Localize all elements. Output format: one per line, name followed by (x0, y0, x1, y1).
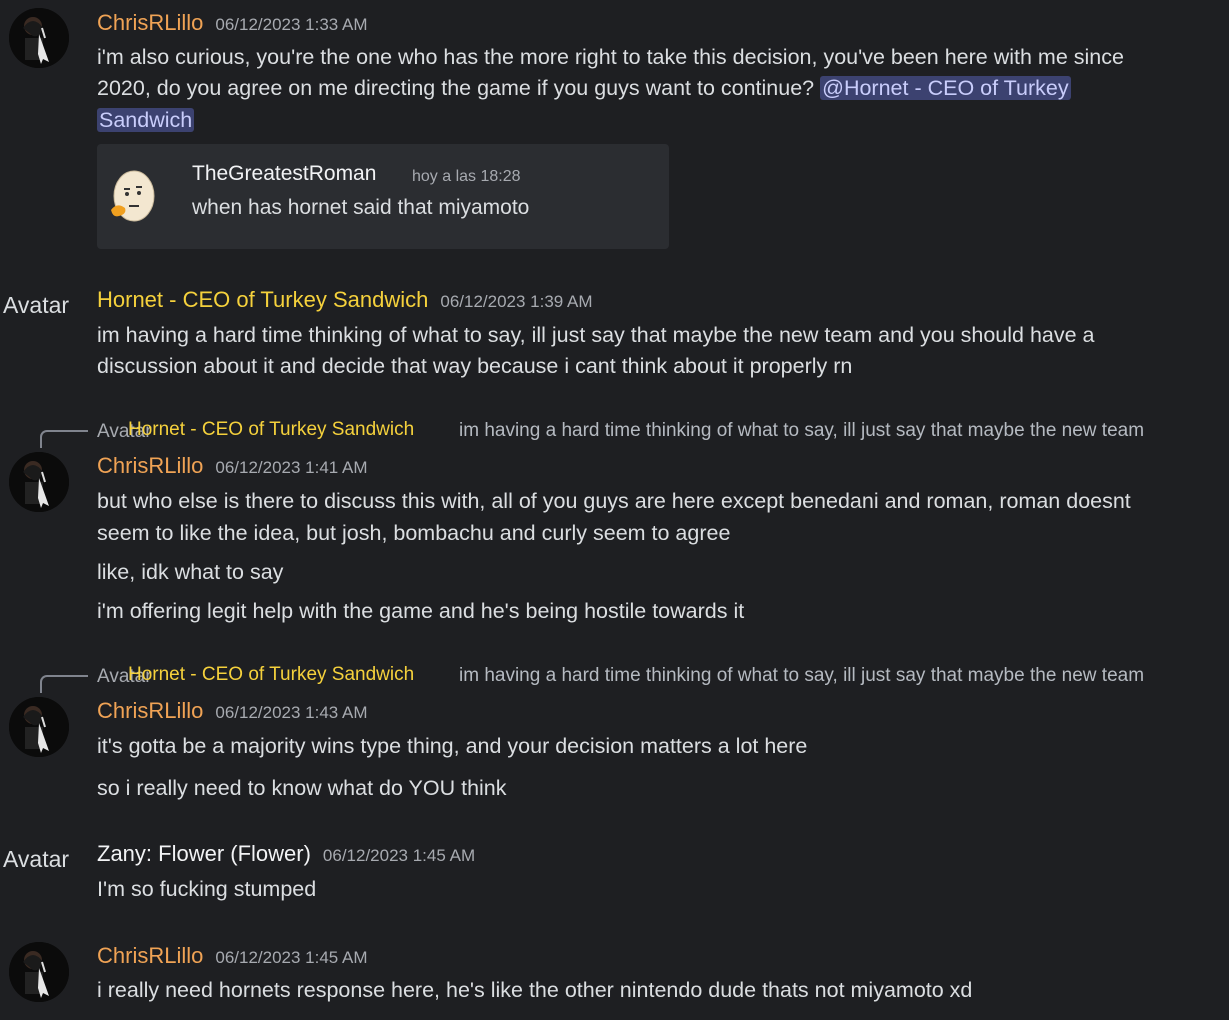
message-text: I'm so fucking stumped (97, 877, 317, 901)
message-text-part: 2020, do you agree on me directing the g… (97, 76, 815, 100)
message-text: it's gotta be a majority wins type thing… (97, 734, 808, 758)
reply-preview[interactable]: Avatar Hornet - CEO of Turkey Sandwich i… (0, 415, 1229, 448)
timestamp: 06/12/2023 1:45 AM (215, 948, 368, 967)
embed-timestamp: hoy a las 18:28 (412, 168, 521, 185)
guitarist-avatar-icon (9, 8, 69, 68)
user-mention[interactable]: Sandwich (97, 108, 195, 132)
timestamp: 06/12/2023 1:45 AM (322, 846, 476, 865)
reply-connector (40, 675, 88, 693)
thinking-egg-icon (111, 170, 155, 222)
message-text: seem to like the idea, but josh, bombach… (97, 521, 731, 545)
embed-text: when has hornet said that miyamoto (192, 196, 530, 219)
author-name[interactable]: Zany: Flower (Flower) (97, 841, 311, 866)
user-avatar[interactable] (9, 452, 69, 512)
message-text: im having a hard time thinking of what t… (97, 323, 1095, 347)
timestamp: 06/12/2023 1:33 AM (215, 15, 368, 34)
author-name[interactable]: ChrisRLillo (97, 453, 203, 478)
reply-author[interactable]: Hornet - CEO of Turkey Sandwich (128, 419, 414, 441)
quoted-message-embed[interactable]: TheGreatestRoman hoy a las 18:28 when ha… (97, 144, 669, 249)
reply-text[interactable]: im having a hard time thinking of what t… (459, 420, 1144, 442)
message-text: i'm also curious, you're the one who has… (97, 45, 1124, 69)
avatar-alt-text[interactable]: Avatar (3, 292, 69, 319)
message-text: discussion about it and decide that way … (97, 354, 853, 378)
reply-connector (40, 430, 88, 448)
avatar-alt-text[interactable]: Avatar (3, 846, 69, 873)
timestamp: 06/12/2023 1:43 AM (215, 703, 368, 722)
embed-author[interactable]: TheGreatestRoman (192, 162, 376, 186)
reply-text[interactable]: im having a hard time thinking of what t… (459, 665, 1144, 687)
user-mention[interactable]: @Hornet - CEO of Turkey (820, 76, 1071, 100)
message-text: so i really need to know what do YOU thi… (97, 776, 507, 800)
guitarist-avatar-icon (9, 942, 69, 1002)
timestamp: 06/12/2023 1:41 AM (215, 458, 368, 477)
guitarist-avatar-icon (9, 452, 69, 512)
message-text: like, idk what to say (97, 560, 284, 584)
message-text: but who else is there to discuss this wi… (97, 489, 1131, 513)
message-text: Sandwich (97, 105, 195, 136)
user-avatar[interactable] (9, 942, 69, 1002)
author-name[interactable]: ChrisRLillo (97, 943, 203, 968)
user-avatar[interactable] (9, 8, 69, 68)
message-text: 2020, do you agree on me directing the g… (97, 73, 1071, 104)
author-name[interactable]: Hornet - CEO of Turkey Sandwich (97, 287, 428, 312)
user-avatar[interactable] (9, 697, 69, 757)
author-name[interactable]: ChrisRLillo (97, 10, 203, 35)
guitarist-avatar-icon (9, 697, 69, 757)
timestamp: 06/12/2023 1:39 AM (440, 292, 593, 311)
reply-author[interactable]: Hornet - CEO of Turkey Sandwich (128, 664, 414, 686)
message-text: i really need hornets response here, he'… (97, 978, 973, 1002)
message-text: i'm offering legit help with the game an… (97, 599, 745, 623)
reply-preview[interactable]: Avatar Hornet - CEO of Turkey Sandwich i… (0, 660, 1229, 693)
author-name[interactable]: ChrisRLillo (97, 698, 203, 723)
